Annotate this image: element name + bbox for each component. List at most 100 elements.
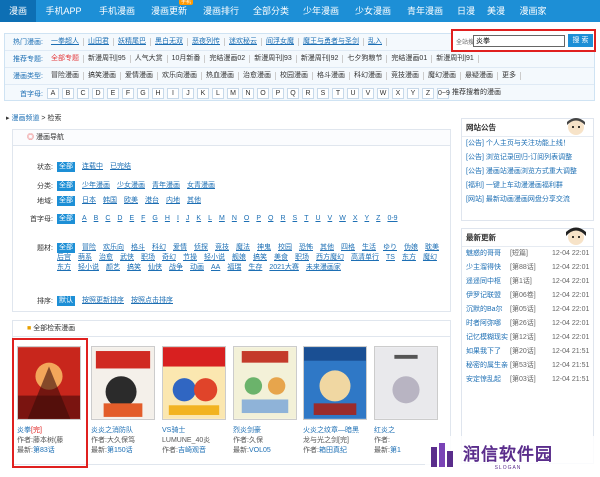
nav-option[interactable]: J bbox=[186, 214, 190, 224]
nav-option[interactable]: 仙侠 bbox=[148, 263, 162, 273]
update-name[interactable]: 秘密的属生亲 bbox=[466, 359, 510, 373]
letter-button[interactable]: Z bbox=[422, 88, 434, 99]
nav-option[interactable]: 魔法 bbox=[236, 243, 250, 253]
nav-option[interactable]: 美食 bbox=[274, 253, 288, 263]
update-name[interactable]: 安定惊乱起 bbox=[466, 373, 510, 387]
nav-usa[interactable]: 美漫 bbox=[481, 0, 511, 22]
nav-option[interactable]: 0-9 bbox=[387, 214, 397, 224]
letter-button[interactable]: Q bbox=[287, 88, 299, 99]
nav-option[interactable]: 职场 bbox=[141, 253, 155, 263]
update-row[interactable]: 遥遥同中枢 [第1话] 12-04 22:01 bbox=[462, 275, 593, 289]
hot-item[interactable]: 黑白无双 bbox=[151, 38, 188, 46]
type-item[interactable]: 校园漫画 bbox=[276, 72, 313, 80]
nav-option[interactable]: 按照点击排序 bbox=[131, 296, 173, 306]
update-chapter[interactable]: [第05话] bbox=[510, 303, 552, 317]
nav-option[interactable]: 搞笑 bbox=[127, 263, 141, 273]
nav-option[interactable]: R bbox=[280, 214, 285, 224]
letter-button[interactable]: K bbox=[197, 88, 209, 99]
nav-option[interactable]: Z bbox=[376, 214, 380, 224]
letter-button[interactable]: D bbox=[92, 88, 104, 99]
cover-image[interactable] bbox=[303, 346, 367, 420]
hot-item[interactable]: 妖精尾巴 bbox=[114, 38, 151, 46]
nav-option[interactable]: 轻小说 bbox=[204, 253, 225, 263]
nav-option[interactable]: B bbox=[94, 214, 99, 224]
type-item[interactable]: 科幻漫画 bbox=[350, 72, 387, 80]
nav-option[interactable]: 已完结 bbox=[110, 162, 131, 172]
nav-option[interactable]: Y bbox=[364, 214, 369, 224]
card-latest[interactable]: 第150话 bbox=[107, 447, 133, 454]
hot-item[interactable]: 迷欢秘云 bbox=[225, 38, 262, 46]
nav-option[interactable]: 职场 bbox=[295, 253, 309, 263]
type-item[interactable]: 格斗漫画 bbox=[313, 72, 350, 80]
nav-home[interactable]: 漫画 bbox=[0, 0, 36, 22]
update-chapter[interactable]: [第53话] bbox=[510, 359, 552, 373]
letter-button[interactable]: X bbox=[392, 88, 404, 99]
rec-item[interactable]: 七夕狗粮节 bbox=[343, 55, 388, 63]
search-input[interactable] bbox=[473, 35, 565, 47]
card-title[interactable]: VS骑士 bbox=[162, 425, 230, 435]
nav-option[interactable]: X bbox=[353, 214, 358, 224]
nav-option[interactable]: 格斗 bbox=[131, 243, 145, 253]
update-name[interactable]: 魅惑的哥哥 bbox=[466, 247, 510, 261]
cover-image[interactable] bbox=[374, 346, 438, 420]
hot-item[interactable]: 乱入 bbox=[364, 38, 387, 46]
nav-option[interactable]: 东方 bbox=[57, 263, 71, 273]
letter-button[interactable]: F bbox=[122, 88, 134, 99]
letter-button[interactable]: S bbox=[317, 88, 329, 99]
nav-option[interactable]: F bbox=[141, 214, 145, 224]
nav-option[interactable]: 青年漫画 bbox=[152, 181, 180, 191]
nav-option[interactable]: 高清单行 bbox=[351, 253, 379, 263]
card-title[interactable]: 炎炎之消防队 bbox=[91, 425, 159, 435]
manga-card[interactable]: 炎炎之消防队 作者:大久保笃 最新:第150话 bbox=[91, 346, 159, 455]
cover-image[interactable] bbox=[162, 346, 226, 420]
nav-option[interactable]: 颜艺 bbox=[106, 263, 120, 273]
letter-button[interactable]: P bbox=[272, 88, 284, 99]
nav-option[interactable]: 欢乐向 bbox=[103, 243, 124, 253]
nav-option[interactable]: 日本 bbox=[82, 196, 96, 206]
nav-option[interactable]: 萌系 bbox=[78, 253, 92, 263]
notice-item[interactable]: [公告] 个人主页与关注功能上线！ bbox=[462, 137, 593, 151]
nav-option[interactable]: 欧美 bbox=[124, 196, 138, 206]
nav-option[interactable]: 科幻 bbox=[152, 243, 166, 253]
rec-item[interactable]: 全部专题 bbox=[47, 55, 84, 63]
manga-card[interactable]: 火炎之纹章—暗黑 龙与光之剑[完] 作者:箱田真纪 bbox=[303, 346, 371, 455]
card-latest[interactable]: VOL05 bbox=[249, 447, 271, 454]
hot-item[interactable]: 山田君 bbox=[84, 38, 114, 46]
type-item[interactable]: 魔幻漫画 bbox=[424, 72, 461, 80]
nav-mobile-manga[interactable]: 手机漫画 bbox=[91, 0, 143, 22]
type-item[interactable]: 竞技漫画 bbox=[387, 72, 424, 80]
card-latest[interactable]: 箱田真纪 bbox=[319, 447, 347, 454]
update-chapter[interactable]: [第20话] bbox=[510, 345, 552, 359]
letter-button[interactable]: V bbox=[362, 88, 374, 99]
letter-button[interactable]: M bbox=[227, 88, 239, 99]
hot-item[interactable]: 阎浮女魔 bbox=[262, 38, 299, 46]
rec-item[interactable]: 新漫周刊|93 bbox=[250, 55, 297, 63]
letter-button[interactable]: W bbox=[377, 88, 389, 99]
letter-button[interactable]: I bbox=[167, 88, 179, 99]
nav-option[interactable]: 女青漫画 bbox=[187, 181, 215, 191]
nav-option[interactable]: M bbox=[219, 214, 225, 224]
card-title[interactable]: 红炎之 bbox=[374, 425, 442, 435]
nav-youth[interactable]: 青年漫画 bbox=[399, 0, 451, 22]
card-latest[interactable]: 第1 bbox=[390, 447, 401, 454]
cover-image[interactable] bbox=[233, 346, 297, 420]
nav-option[interactable]: 生存 bbox=[248, 263, 262, 273]
type-item[interactable]: 更多 bbox=[498, 72, 521, 80]
type-item[interactable]: 治愈漫画 bbox=[239, 72, 276, 80]
hot-item[interactable]: 魔王与勇者与圣剑 bbox=[299, 38, 364, 46]
letter-button[interactable]: T bbox=[332, 88, 344, 99]
nav-option[interactable]: 动画 bbox=[190, 263, 204, 273]
nav-option[interactable]: 东方 bbox=[402, 253, 416, 263]
letter-button[interactable]: C bbox=[77, 88, 89, 99]
letter-extra[interactable]: 推荐搜着的漫画 bbox=[452, 88, 501, 99]
letter-button[interactable]: H bbox=[152, 88, 164, 99]
letter-button[interactable]: L bbox=[212, 88, 224, 99]
nav-girls[interactable]: 少女漫画 bbox=[347, 0, 399, 22]
nav-option[interactable]: P bbox=[256, 214, 261, 224]
nav-option[interactable]: 韩国 bbox=[103, 196, 117, 206]
nav-option[interactable]: 武侠 bbox=[120, 253, 134, 263]
type-item[interactable]: 爱情漫画 bbox=[121, 72, 158, 80]
update-name[interactable]: 伊罗记联盟 bbox=[466, 289, 510, 303]
letter-button[interactable]: R bbox=[302, 88, 314, 99]
nav-option[interactable]: Q bbox=[268, 214, 273, 224]
